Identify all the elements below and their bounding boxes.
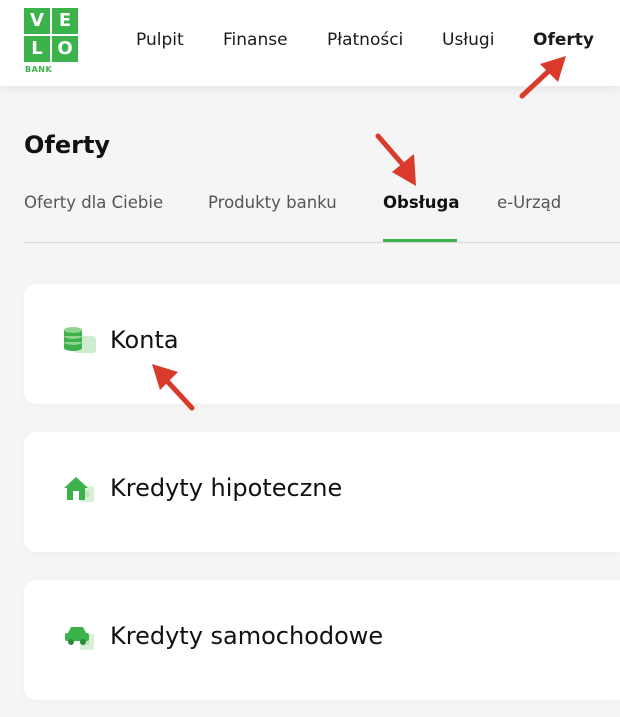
offers-tabs: Oferty dla Ciebie Produkty banku Obsługa… [0,190,620,243]
logo-letter: O [52,36,78,62]
coins-wallet-icon [62,324,98,356]
tab-e-urzad[interactable]: e-Urząd [497,193,561,212]
logo-letter: E [52,8,78,34]
card-label-kredyty-samochodowe: Kredyty samochodowe [110,622,384,650]
tabs-divider [24,242,620,243]
annotation-arrow-obsluga [375,133,416,186]
car-icon [62,620,98,652]
nav-item-uslugi[interactable]: Usługi [442,30,494,50]
card-label-kredyty-hipoteczne: Kredyty hipoteczne [110,474,343,502]
card-konta[interactable]: Konta [24,284,620,404]
page-title: Oferty [24,131,111,159]
velo-bank-logo[interactable]: V E L O BANK [24,8,80,74]
tab-oferty-dla-ciebie[interactable]: Oferty dla Ciebie [24,193,163,212]
nav-item-oferty[interactable]: Oferty [533,30,594,50]
tab-obsluga[interactable]: Obsługa [383,193,459,212]
tab-produkty-banku[interactable]: Produkty banku [208,193,337,212]
nav-item-platnosci[interactable]: Płatności [327,30,403,50]
nav-item-finanse[interactable]: Finanse [223,30,288,50]
logo-letter: L [24,36,50,62]
logo-subtitle: BANK [25,65,53,74]
nav-item-pulpit[interactable]: Pulpit [136,30,184,50]
logo-letter: V [24,8,50,34]
card-label-konta: Konta [110,326,179,354]
top-navigation-bar: V E L O BANK Pulpit Finanse Płatności Us… [0,0,620,86]
card-kredyty-samochodowe[interactable]: Kredyty samochodowe [24,580,620,700]
card-kredyty-hipoteczne[interactable]: Kredyty hipoteczne [24,432,620,552]
house-icon [62,472,98,504]
